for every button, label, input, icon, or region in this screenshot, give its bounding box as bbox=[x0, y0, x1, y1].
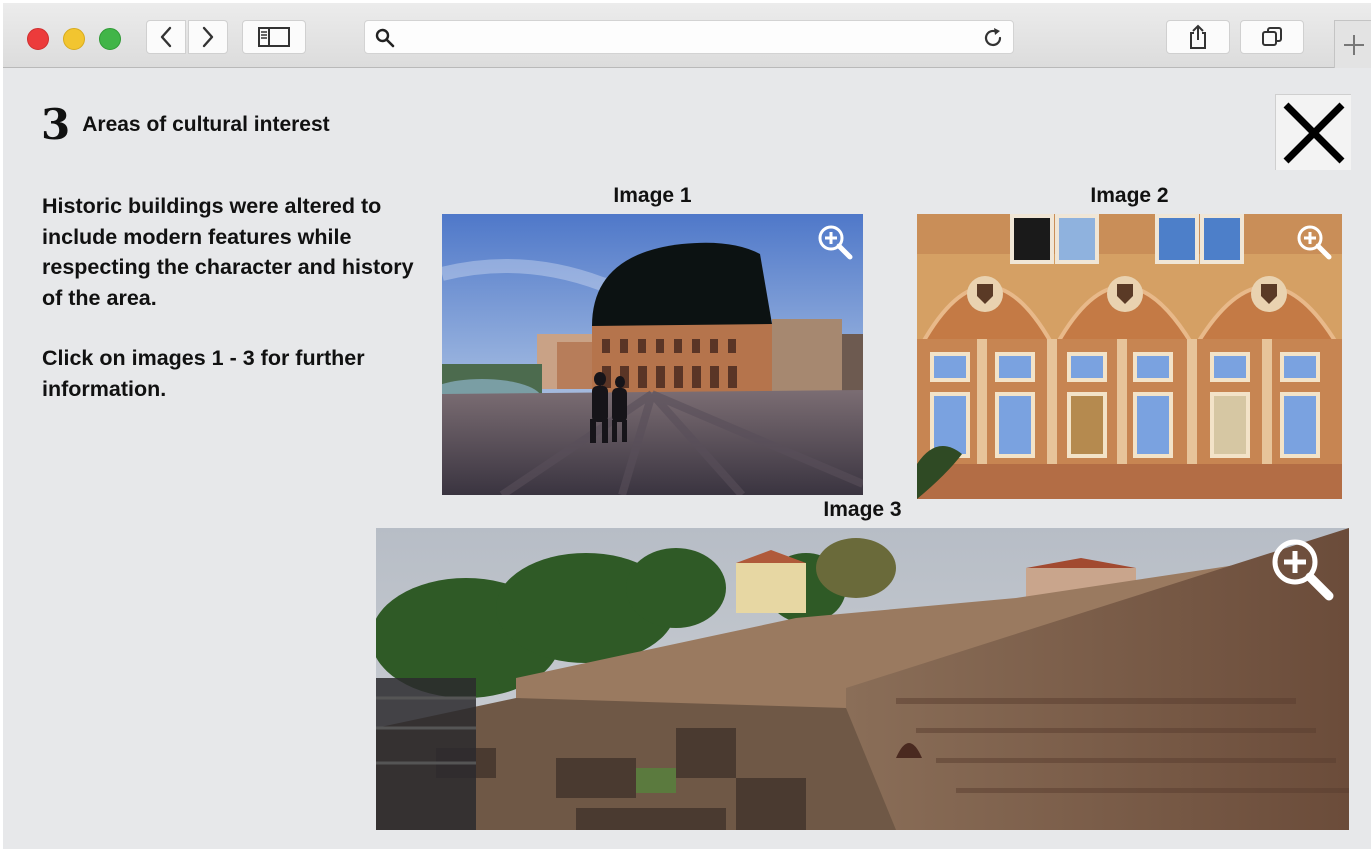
description-paragraph: Historic buildings were altered to inclu… bbox=[42, 194, 414, 310]
show-tabs-button[interactable] bbox=[1240, 20, 1304, 54]
image-2-photo[interactable] bbox=[917, 214, 1342, 499]
roman-ruins-photo bbox=[376, 528, 1349, 830]
chevron-right-icon bbox=[202, 26, 214, 48]
address-bar[interactable] bbox=[364, 20, 1014, 54]
sidebar-icon bbox=[258, 27, 290, 47]
instruction-paragraph: Click on images 1 - 3 for further inform… bbox=[42, 346, 365, 401]
image-1-label: Image 1 bbox=[613, 184, 692, 207]
zoom-window-button[interactable] bbox=[99, 28, 121, 50]
tabs-overview-icon bbox=[1262, 27, 1282, 46]
close-button[interactable] bbox=[1275, 94, 1351, 170]
new-tab-button[interactable] bbox=[1334, 20, 1371, 68]
plus-icon bbox=[1344, 34, 1364, 55]
opera-house-photo bbox=[442, 214, 863, 495]
page-title: Areas of cultural interest bbox=[82, 112, 330, 136]
forward-button[interactable] bbox=[188, 20, 228, 54]
gothic-facade-photo bbox=[917, 214, 1342, 499]
image-3-photo[interactable] bbox=[376, 528, 1349, 830]
sidebar-toggle-button[interactable] bbox=[242, 20, 306, 54]
share-icon bbox=[1190, 24, 1206, 49]
image-2-label: Image 2 bbox=[1090, 184, 1169, 207]
page-content: 3 Areas of cultural interest Historic bui… bbox=[3, 68, 1371, 849]
image-3-label: Image 3 bbox=[823, 498, 902, 521]
zoom-in-icon[interactable] bbox=[817, 224, 853, 260]
search-icon bbox=[375, 28, 395, 48]
close-icon bbox=[1283, 102, 1345, 164]
browser-window: 3 Areas of cultural interest Historic bui… bbox=[0, 0, 1371, 849]
chevron-left-icon bbox=[160, 26, 172, 48]
share-button[interactable] bbox=[1166, 20, 1230, 54]
zoom-in-icon[interactable] bbox=[1296, 224, 1332, 260]
minimize-window-button[interactable] bbox=[63, 28, 85, 50]
image-1-photo[interactable] bbox=[442, 214, 863, 495]
zoom-in-icon[interactable] bbox=[1269, 536, 1335, 602]
close-window-button[interactable] bbox=[27, 28, 49, 50]
back-button[interactable] bbox=[146, 20, 186, 54]
heading-number: 3 bbox=[41, 100, 71, 149]
page-heading: 3 Areas of cultural interest bbox=[41, 100, 330, 149]
browser-toolbar bbox=[3, 3, 1371, 68]
reload-icon[interactable] bbox=[981, 26, 1005, 50]
